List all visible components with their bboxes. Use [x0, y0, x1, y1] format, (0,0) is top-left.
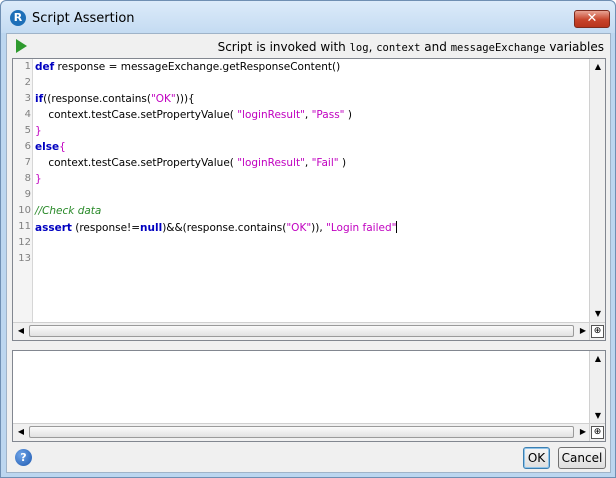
info-prefix: Script is invoked with — [217, 40, 350, 54]
log-panel[interactable]: ◀ ▶ ▲ ▼ ⊕ — [12, 350, 606, 442]
text-caret — [396, 221, 398, 233]
script-info-text: Script is invoked with log, context and … — [218, 40, 604, 54]
code-line-10: //Check data — [35, 205, 102, 217]
info-var-log: log — [349, 42, 369, 54]
code-line-5: } — [35, 125, 42, 137]
code-area[interactable]: 1 2 3 4 5 6 7 8 9 10 11 12 13 def response = message… — [13, 59, 591, 322]
code-line-1: def response = messageExchange.getRespon… — [35, 61, 341, 73]
horizontal-scroll-thumb[interactable] — [29, 325, 574, 337]
line-number: 7 — [24, 157, 31, 168]
info-var-message-exchange: messageExchange — [450, 42, 546, 54]
info-var-context: context — [376, 42, 421, 54]
code-line-7: context.testCase.setPropertyValue( "logi… — [35, 157, 347, 169]
scroll-corner: ⊕ — [589, 322, 605, 340]
scroll-up-icon[interactable]: ▲ — [591, 60, 605, 74]
line-number: 3 — [24, 93, 31, 104]
script-editor[interactable]: 1 2 3 4 5 6 7 8 9 10 11 12 13 def response = message… — [12, 58, 606, 341]
window-title: Script Assertion — [32, 11, 135, 26]
editor-vertical-scrollbar[interactable]: ▲ ▼ — [589, 59, 605, 322]
line-number: 5 — [24, 125, 31, 136]
help-icon[interactable]: ? — [15, 449, 32, 466]
editor-horizontal-scrollbar[interactable]: ◀ ▶ — [13, 322, 591, 340]
scroll-down-icon[interactable]: ▼ — [591, 307, 605, 321]
zoom-icon[interactable]: ⊕ — [591, 426, 604, 439]
title-bar[interactable]: R Script Assertion ✕ — [1, 1, 615, 33]
line-number: 8 — [24, 173, 31, 184]
code-line-4: context.testCase.setPropertyValue( "logi… — [35, 109, 352, 121]
play-icon[interactable] — [16, 39, 27, 53]
close-button[interactable]: ✕ — [574, 10, 610, 28]
scroll-down-icon[interactable]: ▼ — [591, 409, 605, 423]
code-line-6: else{ — [35, 141, 66, 153]
line-number: 4 — [24, 109, 31, 120]
ok-button[interactable]: OK — [523, 447, 550, 469]
line-number: 6 — [24, 141, 31, 152]
line-number: 12 — [18, 237, 31, 248]
horizontal-scroll-thumb[interactable] — [29, 426, 574, 438]
scroll-left-icon[interactable]: ◀ — [14, 324, 28, 338]
scroll-right-icon[interactable]: ▶ — [576, 425, 590, 439]
code-line-3: if((response.contains("OK"))){ — [35, 93, 195, 105]
line-number: 10 — [18, 205, 31, 216]
log-horizontal-scrollbar[interactable]: ◀ ▶ — [13, 423, 591, 441]
scroll-left-icon[interactable]: ◀ — [14, 425, 28, 439]
code-line-8: } — [35, 173, 42, 185]
toolbar: Script is invoked with log, context and … — [7, 34, 610, 58]
line-number: 13 — [18, 253, 31, 264]
scroll-right-icon[interactable]: ▶ — [576, 324, 590, 338]
line-number: 9 — [24, 189, 31, 200]
scroll-up-icon[interactable]: ▲ — [591, 352, 605, 366]
line-number: 11 — [18, 221, 31, 232]
code-line-11: assert (response!=null)&&(response.conta… — [35, 221, 398, 234]
log-vertical-scrollbar[interactable]: ▲ ▼ — [589, 351, 605, 424]
cancel-button[interactable]: Cancel — [558, 447, 606, 469]
scroll-corner: ⊕ — [589, 423, 605, 441]
info-suffix: variables — [545, 40, 604, 54]
script-assertion-window: R Script Assertion ✕ Script is invoked w… — [0, 0, 616, 478]
soapui-icon: R — [10, 10, 26, 26]
info-sep: and — [420, 40, 451, 54]
button-bar: ? OK Cancel — [7, 444, 610, 472]
line-number: 1 — [24, 61, 31, 72]
zoom-icon[interactable]: ⊕ — [591, 325, 604, 338]
line-number: 2 — [24, 77, 31, 88]
dialog-body: Script is invoked with log, context and … — [6, 33, 611, 473]
